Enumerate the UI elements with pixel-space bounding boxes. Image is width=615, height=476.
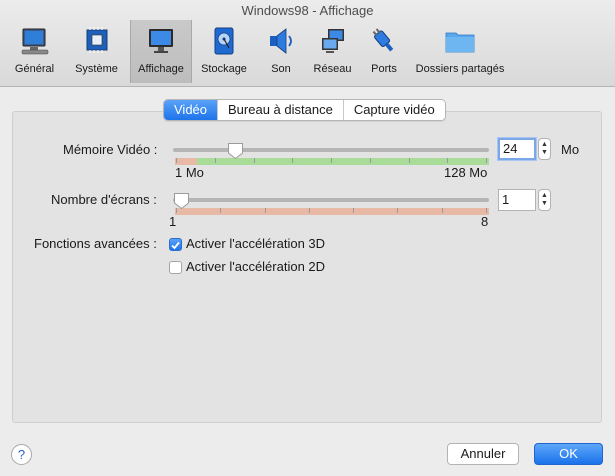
toolbar-item-label: Général [14,63,55,75]
memory-max-label: 128 Mo [444,165,488,180]
network-icon [316,23,350,59]
toolbar-item-system[interactable]: Système [63,20,130,83]
slider-tick [176,208,177,213]
slider-tick [447,158,449,163]
window-title: Windows98 - Affichage [241,3,374,18]
slider-tick [331,158,332,163]
toolbar-item-sound[interactable]: Son [256,20,306,83]
slider-tick [353,208,355,213]
tab-bar: Vidéo Bureau à distance Capture vidéo [163,99,446,121]
screen-count-input[interactable]: 1 [498,189,536,211]
screen-count-stepper[interactable]: ▲ ▼ [538,189,551,211]
slider-tick [220,208,222,213]
toolbar-item-shared-folders[interactable]: Dossiers partagés [409,20,511,83]
slider-tick [308,208,310,213]
accel-2d-label[interactable]: Activer l'accélération 2D [186,259,325,274]
cancel-button[interactable]: Annuler [447,443,519,465]
toolbar: Général Système Affichage Stockage Son R… [6,20,511,83]
memory-range-low [175,158,197,165]
toolbar-item-display[interactable]: Affichage [130,20,192,83]
toolbar-item-label: Réseau [313,63,352,75]
screen-count-track[interactable] [173,198,489,202]
video-memory-slider-knob[interactable] [227,142,244,160]
screen-max-label: 8 [481,214,489,229]
chevron-down-icon: ▼ [541,149,548,156]
video-memory-unit: Mo [561,142,580,157]
settings-window: Windows98 - Affichage Général Système Af… [0,0,615,476]
memory-min-label: 1 Mo [175,165,204,180]
screen-min-label: 1 [169,214,177,229]
ok-button[interactable]: OK [534,443,603,465]
video-panel: Mémoire Vidéo : 1 Mo 128 Mo 24 ▲ ▼ Mo No… [12,111,602,423]
plug-icon [367,23,401,59]
toolbar-item-ports[interactable]: Ports [359,20,409,83]
toolbar-item-label: Stockage [201,63,247,75]
toolbar-item-label: Affichage [138,63,184,75]
accel-3d-label[interactable]: Activer l'accélération 3D [186,236,325,251]
toolbar-item-label: Son [271,63,291,75]
help-button[interactable]: ? [11,444,32,465]
toolbar-item-label: Dossiers partagés [415,63,505,75]
checkmark-icon [171,241,180,250]
chevron-down-icon: ▼ [541,200,548,207]
slider-tick [253,158,255,163]
slider-tick [264,208,266,213]
tab-video[interactable]: Vidéo [164,100,219,120]
slider-tick [369,158,371,163]
chip-icon [80,23,114,59]
screen-count-label: Nombre d'écrans : [51,192,157,207]
slider-tick [486,158,487,163]
video-memory-input[interactable]: 24 [498,138,536,160]
toolbar-item-general[interactable]: Général [6,20,63,83]
folder-icon [443,23,477,59]
slider-tick [441,208,443,213]
video-memory-stepper[interactable]: ▲ ▼ [538,138,551,160]
tab-video-capture[interactable]: Capture vidéo [343,100,445,120]
display-icon [144,23,178,59]
slider-tick [292,158,294,163]
toolbar-item-label: Système [75,63,118,75]
slider-tick [176,158,177,163]
toolbar-item-label: Ports [371,63,397,75]
toolbar-item-storage[interactable]: Stockage [192,20,256,83]
speaker-icon [264,23,298,59]
chevron-up-icon: ▲ [541,141,548,148]
slider-tick [214,158,216,163]
video-memory-label: Mémoire Vidéo : [63,142,158,157]
video-memory-track[interactable] [173,148,489,152]
chevron-up-icon: ▲ [541,192,548,199]
slider-tick [486,208,487,213]
tab-remote-desktop[interactable]: Bureau à distance [218,100,344,120]
toolbar-item-network[interactable]: Réseau [306,20,359,83]
accel-3d-checkbox[interactable] [169,238,182,251]
advanced-features-label: Fonctions avancées : [34,236,157,251]
slider-tick [397,208,399,213]
monitor-general-icon [18,23,52,59]
disk-icon [207,23,241,59]
accel-2d-checkbox[interactable] [169,261,182,274]
slider-tick [408,158,410,163]
titlebar: Windows98 - Affichage Général Système Af… [0,0,615,87]
